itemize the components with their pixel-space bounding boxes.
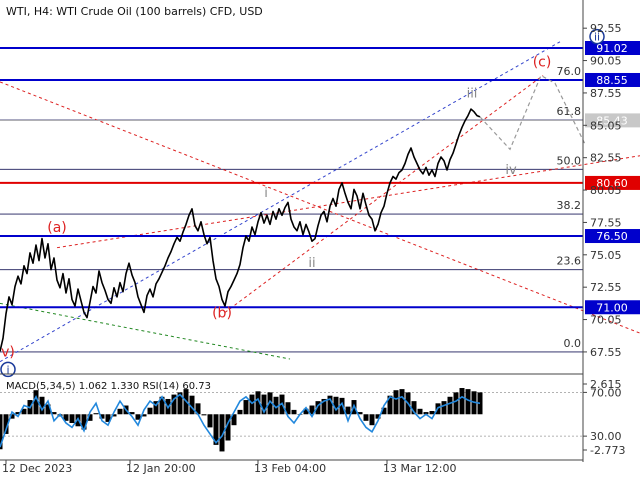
level-price-label: 76.50 bbox=[596, 230, 628, 243]
macd-histogram-bar bbox=[345, 406, 351, 415]
macd-histogram-bar bbox=[207, 414, 213, 428]
fib-level-label: 23.6 bbox=[557, 255, 582, 268]
macd-histogram-bar bbox=[453, 392, 459, 415]
x-tick-label: 12 Dec 2023 bbox=[2, 462, 72, 475]
indicator-y-tick-label: 70.00 bbox=[590, 386, 622, 399]
wave-label: i bbox=[264, 186, 268, 201]
wave-label: (b) bbox=[212, 306, 232, 322]
level-price-label: 91.02 bbox=[596, 42, 628, 55]
macd-histogram-bar bbox=[147, 407, 153, 415]
wave-label: v) bbox=[1, 344, 15, 360]
macd-histogram-bar bbox=[465, 389, 471, 415]
macd-histogram-bar bbox=[459, 388, 465, 415]
fib-level-label: 0.0 bbox=[564, 337, 582, 350]
macd-histogram-bar bbox=[291, 409, 297, 415]
macd-histogram-bar bbox=[417, 408, 423, 415]
x-tick-label: 12 Jan 20:00 bbox=[126, 462, 196, 475]
y-tick-label: 77.55 bbox=[590, 216, 622, 229]
y-tick-label: 80.05 bbox=[590, 184, 622, 197]
y-tick-label: 75.05 bbox=[590, 249, 622, 262]
macd-histogram-bar bbox=[447, 396, 453, 415]
wave-label: (c) bbox=[533, 54, 552, 70]
macd-histogram-bar bbox=[93, 413, 99, 415]
macd-histogram-bar bbox=[69, 414, 75, 424]
x-tick-label: 13 Feb 04:00 bbox=[254, 462, 326, 475]
y-tick-label: 87.55 bbox=[590, 87, 622, 100]
macd-histogram-bar bbox=[441, 401, 447, 415]
macd-histogram-bar bbox=[363, 414, 369, 421]
macd-histogram-bar bbox=[393, 390, 399, 415]
macd-histogram-bar bbox=[201, 414, 207, 416]
level-price-label: 88.55 bbox=[596, 74, 628, 87]
wave-label: (a) bbox=[47, 220, 67, 236]
fib-level-label: 76.0 bbox=[557, 65, 582, 78]
indicator-title: MACD(5,34,5) 1.062 1.330 RSI(14) 60.73 bbox=[6, 381, 211, 392]
macd-histogram-bar bbox=[399, 389, 405, 415]
fib-level-label: 50.0 bbox=[557, 154, 582, 167]
y-tick-label: 90.05 bbox=[590, 55, 622, 68]
y-tick-label: 92.55 bbox=[590, 22, 622, 35]
macd-histogram-bar bbox=[249, 394, 255, 415]
y-tick-label: 70.05 bbox=[590, 314, 622, 327]
y-tick-label: 72.55 bbox=[590, 281, 622, 294]
chart-root: 76.0 61.8 50.0 38.2 23.6 0.0 91.02 88.55 80.60 76… bbox=[0, 0, 640, 480]
price-chart: 76.061.850.038.223.60.091.0288.5580.6076… bbox=[0, 0, 640, 480]
y-tick-label: 67.55 bbox=[590, 346, 622, 359]
x-tick-label: 13 Mar 12:00 bbox=[383, 462, 456, 475]
wave-label: iii bbox=[467, 86, 478, 101]
macd-histogram-bar bbox=[369, 414, 375, 426]
wave-label: ii bbox=[308, 256, 315, 271]
macd-histogram-bar bbox=[243, 400, 249, 415]
macd-histogram-bar bbox=[117, 408, 123, 415]
level-price-label: 71.00 bbox=[596, 301, 628, 314]
macd-histogram-bar bbox=[237, 409, 243, 415]
chart-title: WTI, H4: WTI Crude Oil (100 barrels) CFD… bbox=[6, 5, 263, 18]
indicator-y-tick-label: -2.773 bbox=[590, 444, 625, 457]
wave-label: iv bbox=[505, 163, 517, 178]
indicator-y-tick-label: 30.00 bbox=[590, 430, 622, 443]
y-tick-label: 82.55 bbox=[590, 152, 622, 165]
fib-level-label: 38.2 bbox=[557, 199, 582, 212]
y-tick-label: 85.05 bbox=[590, 119, 622, 132]
